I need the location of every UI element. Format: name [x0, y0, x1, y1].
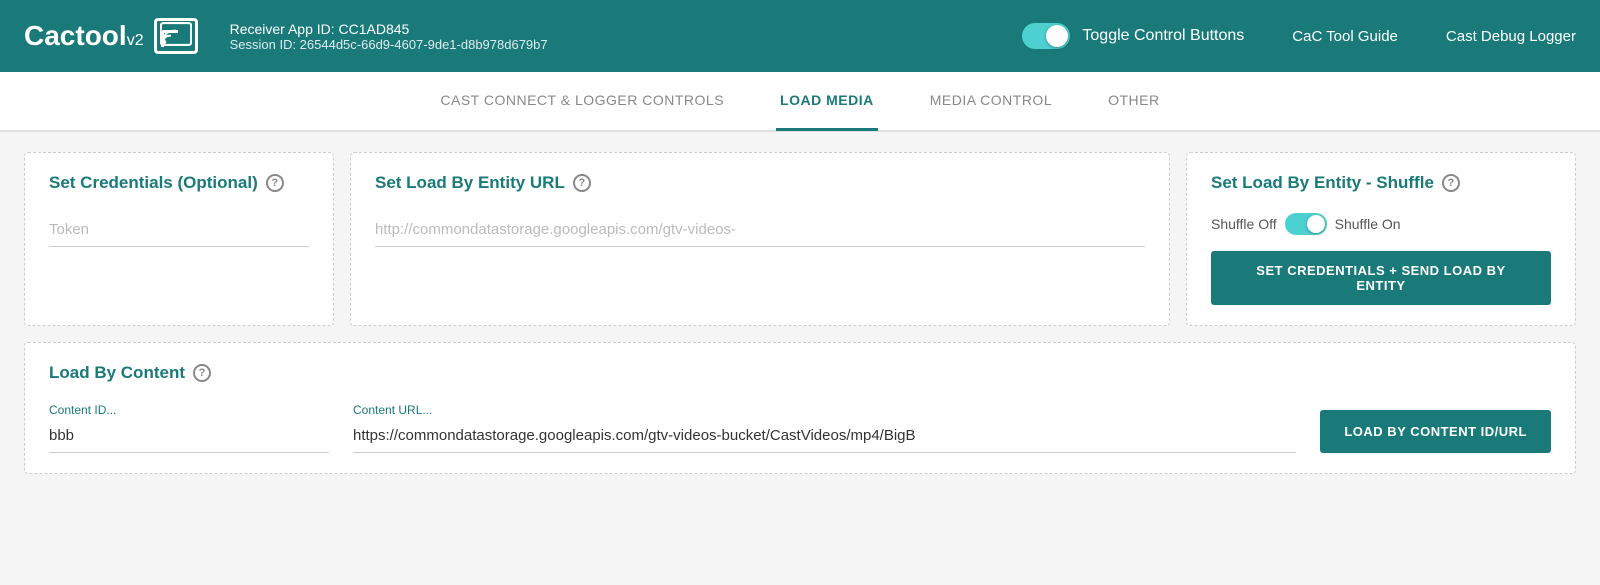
- content-url-value[interactable]: https://commondatastorage.googleapis.com…: [353, 421, 1296, 453]
- tab-media-control[interactable]: MEDIA CONTROL: [926, 71, 1056, 131]
- credentials-card: Set Credentials (Optional) ?: [24, 152, 334, 326]
- toggle-label: Toggle Control Buttons: [1082, 27, 1244, 45]
- nav-logger-link[interactable]: Cast Debug Logger: [1446, 28, 1576, 45]
- logo-area: Cactoolv2: [24, 18, 198, 54]
- content-id-field: Content ID... bbb: [49, 403, 329, 453]
- header-info: Receiver App ID: CC1AD845 Session ID: 26…: [230, 21, 1023, 52]
- shuffle-toggle[interactable]: [1285, 213, 1327, 235]
- main-content: Set Credentials (Optional) ? Set Load By…: [0, 132, 1600, 494]
- toggle-control-buttons[interactable]: [1022, 23, 1070, 49]
- entity-url-card-title: Set Load By Entity URL ?: [375, 173, 1145, 193]
- entity-url-help-icon[interactable]: ?: [573, 174, 591, 192]
- credentials-help-icon[interactable]: ?: [266, 174, 284, 192]
- shuffle-toggle-row: Shuffle Off Shuffle On: [1211, 213, 1551, 235]
- top-row: Set Credentials (Optional) ? Set Load By…: [24, 152, 1576, 326]
- load-content-button[interactable]: LOAD BY CONTENT ID/URL: [1320, 410, 1551, 453]
- content-url-label: Content URL...: [353, 403, 1296, 417]
- app-id: Receiver App ID: CC1AD845: [230, 21, 1023, 37]
- tab-load-media[interactable]: LOAD MEDIA: [776, 71, 878, 131]
- shuffle-card: Set Load By Entity - Shuffle ? Shuffle O…: [1186, 152, 1576, 326]
- header-nav: CaC Tool Guide Cast Debug Logger: [1292, 28, 1576, 45]
- toggle-area: Toggle Control Buttons: [1022, 23, 1244, 49]
- load-content-title: Load By Content ?: [49, 363, 1551, 383]
- content-id-label: Content ID...: [49, 403, 329, 417]
- shuffle-help-icon[interactable]: ?: [1442, 174, 1460, 192]
- session-id: Session ID: 26544d5c-66d9-4607-9de1-d8b9…: [230, 37, 1023, 52]
- content-id-value[interactable]: bbb: [49, 421, 329, 453]
- token-input[interactable]: [49, 213, 309, 247]
- tabs-bar: CAST CONNECT & LOGGER CONTROLS LOAD MEDI…: [0, 72, 1600, 132]
- load-content-help-icon[interactable]: ?: [193, 364, 211, 382]
- set-credentials-send-load-button[interactable]: SET CREDENTIALS + SEND LOAD BY ENTITY: [1211, 251, 1551, 305]
- load-content-row: Content ID... bbb Content URL... https:/…: [49, 403, 1551, 453]
- app-header: Cactoolv2 Receiver App ID: CC1AD845 Sess…: [0, 0, 1600, 72]
- shuffle-card-title: Set Load By Entity - Shuffle ?: [1211, 173, 1551, 193]
- content-url-field: Content URL... https://commondatastorage…: [353, 403, 1296, 453]
- credentials-card-title: Set Credentials (Optional) ?: [49, 173, 309, 193]
- entity-url-input[interactable]: [375, 213, 1145, 247]
- entity-url-card: Set Load By Entity URL ?: [350, 152, 1170, 326]
- load-content-card: Load By Content ? Content ID... bbb Cont…: [24, 342, 1576, 474]
- shuffle-off-label: Shuffle Off: [1211, 216, 1277, 232]
- nav-guide-link[interactable]: CaC Tool Guide: [1292, 28, 1398, 45]
- tab-cast-connect[interactable]: CAST CONNECT & LOGGER CONTROLS: [436, 71, 728, 131]
- shuffle-on-label: Shuffle On: [1335, 216, 1401, 232]
- cast-icon: [154, 18, 198, 54]
- tab-other[interactable]: OTHER: [1104, 71, 1164, 131]
- logo-text: Cactoolv2: [24, 20, 144, 52]
